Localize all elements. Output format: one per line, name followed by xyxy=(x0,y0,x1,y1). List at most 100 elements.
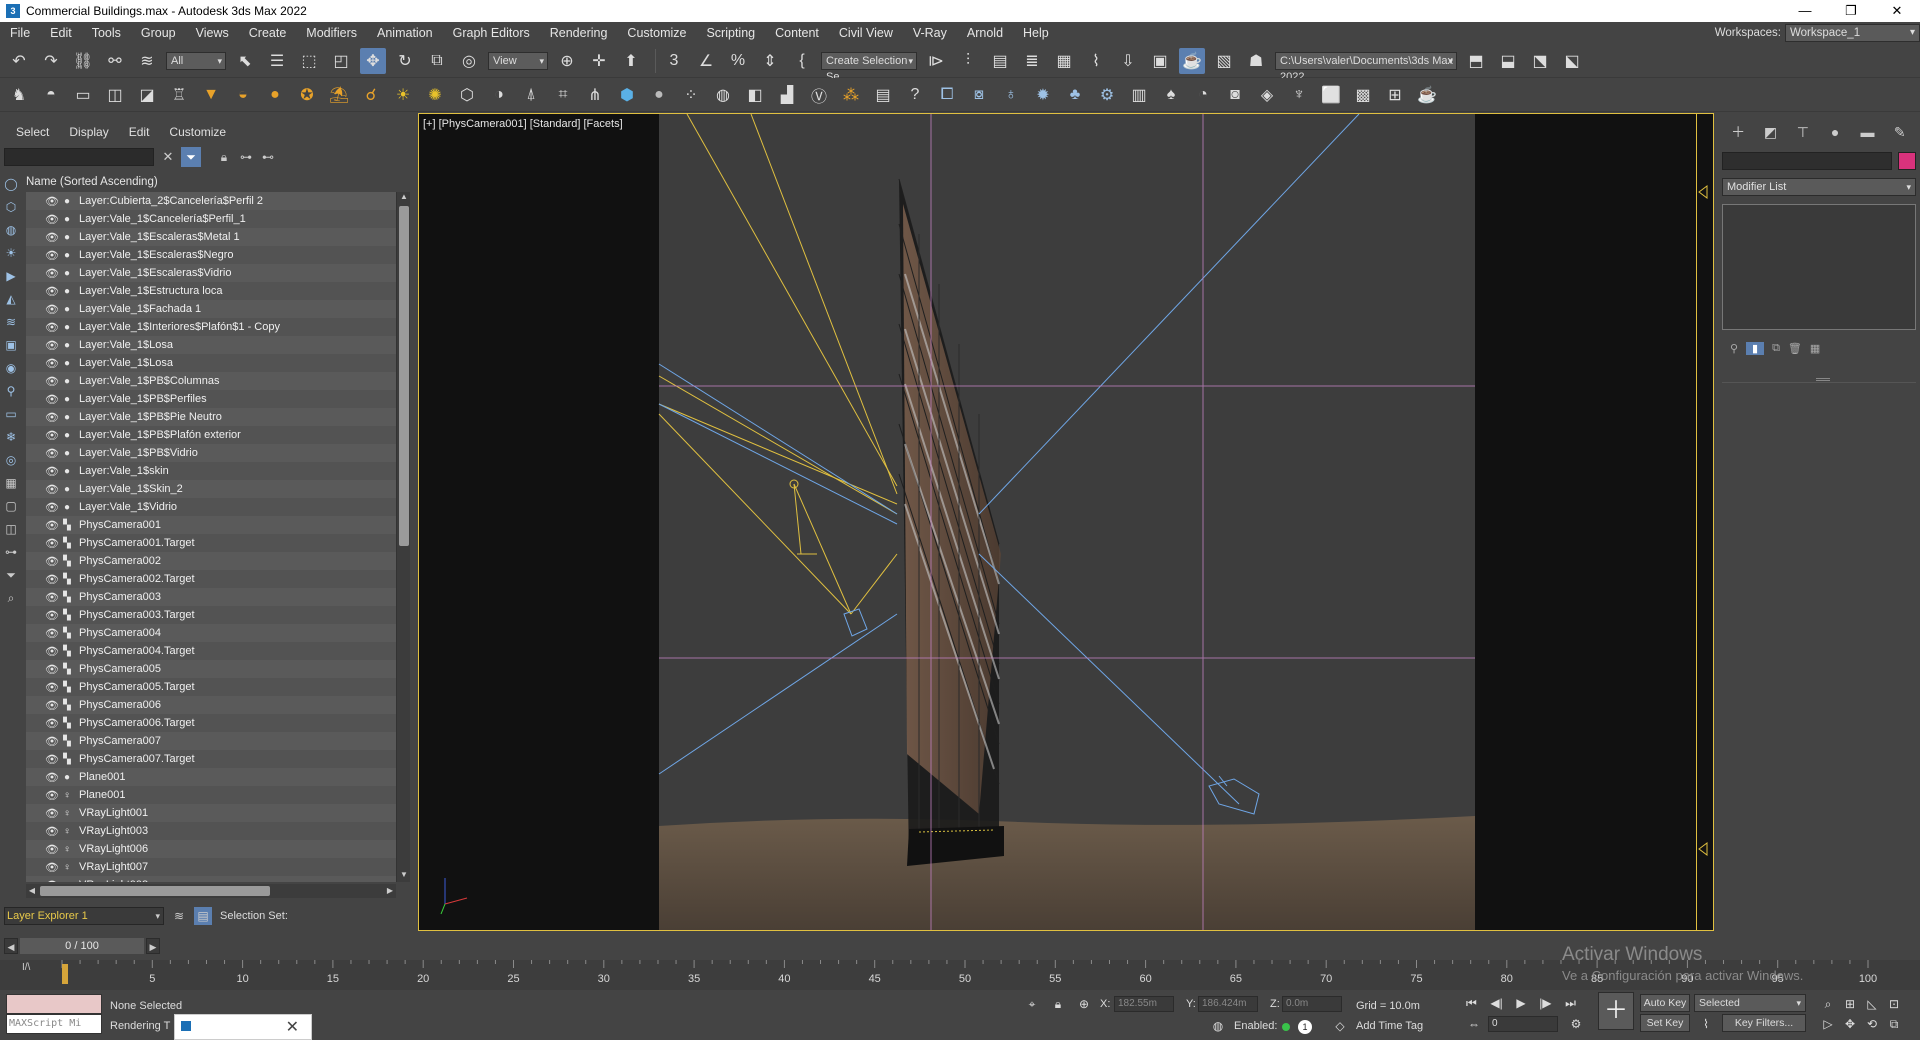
play-icon[interactable]: ▶ xyxy=(1516,996,1525,1014)
explorer-menu-display[interactable]: Display xyxy=(59,125,118,139)
rotate-icon[interactable]: ↻ xyxy=(392,48,418,74)
menu-modifiers[interactable]: Modifiers xyxy=(296,22,367,44)
time-tag-icon[interactable]: ◇ xyxy=(1332,1018,1348,1034)
explorer-menu-edit[interactable]: Edit xyxy=(119,125,160,139)
arnold-render-icon[interactable]: ⧠ xyxy=(934,82,960,108)
default-in-out-tangents-icon[interactable]: ⌇ xyxy=(1698,1016,1714,1032)
modifier-stack[interactable] xyxy=(1722,204,1916,330)
create-project-icon[interactable]: ⬕ xyxy=(1559,48,1585,74)
display-children-icon[interactable]: ⊶ xyxy=(3,544,19,560)
vray-light-sphere-icon[interactable]: ● xyxy=(262,82,288,108)
visibility-eye-icon[interactable]: 👁︎ xyxy=(44,483,60,496)
zoom-extents-icon[interactable]: ⊡ xyxy=(1886,996,1902,1012)
pivot-center-icon[interactable]: ⊕ xyxy=(554,48,580,74)
vray-multi-material-icon[interactable]: ⁘ xyxy=(678,82,704,108)
selection-filter-dropdown[interactable]: All xyxy=(166,51,226,70)
maxscript-listener-output[interactable] xyxy=(6,994,102,1014)
vray-ambient-light-icon[interactable]: ☌ xyxy=(358,82,384,108)
vray-vfb-settings-icon[interactable]: ▤ xyxy=(870,82,896,108)
visibility-eye-icon[interactable]: 👁︎ xyxy=(44,843,60,856)
arnold-ipr-icon[interactable]: ⧇ xyxy=(966,82,992,108)
curve-editor-icon[interactable]: ⌇ xyxy=(1083,48,1109,74)
vray-light-plane-icon[interactable]: ▼ xyxy=(198,82,224,108)
x-coordinate-field[interactable]: 182.55m xyxy=(1114,996,1174,1012)
display-containers-icon[interactable]: ▭ xyxy=(3,406,19,422)
vray-mesh-export-icon[interactable]: ◫ xyxy=(102,82,128,108)
zoom-all-icon[interactable]: ⊞ xyxy=(1842,996,1858,1012)
visibility-eye-icon[interactable]: 👁︎ xyxy=(44,717,60,730)
field-of-view-icon[interactable]: ◺ xyxy=(1864,996,1880,1012)
vray-light-lister-icon[interactable]: ✺ xyxy=(422,82,448,108)
display-shapes-icon[interactable]: ◍ xyxy=(3,222,19,238)
time-slider-track[interactable]: 0 / 100 xyxy=(20,938,144,954)
explorer-row[interactable]: 👁︎ ● Layer:Vale_1$PB$Vidrio xyxy=(26,444,396,462)
display-tab-icon[interactable]: ▬ xyxy=(1855,120,1879,144)
visibility-eye-icon[interactable]: 👁︎ xyxy=(44,627,60,640)
filter-funnel-icon[interactable]: ⏷ xyxy=(3,567,19,583)
vray-logo-icon[interactable]: Ⓥ xyxy=(806,82,832,108)
explorer-row[interactable]: 👁︎ ● Layer:Vale_1$Escaleras$Negro xyxy=(26,246,396,264)
visibility-eye-icon[interactable]: 👁︎ xyxy=(44,681,60,694)
visibility-eye-icon[interactable]: 👁︎ xyxy=(44,213,60,226)
explorer-row[interactable]: 👁︎ ▚ PhysCamera003.Target xyxy=(26,606,396,624)
visibility-eye-icon[interactable]: 👁︎ xyxy=(44,321,60,334)
vray-ies-icon[interactable]: ⛱ xyxy=(326,82,352,108)
explorer-row[interactable]: 👁︎ ● Layer:Vale_1$PB$Perfiles xyxy=(26,390,396,408)
viewport-camera[interactable]: [+] [PhysCamera001] [Standard] [Facets] xyxy=(418,113,1714,931)
auto-key-button[interactable]: Auto Key xyxy=(1640,994,1690,1012)
window-crossing-icon[interactable]: ◰ xyxy=(328,48,354,74)
explorer-row[interactable]: 👁︎ ▚ PhysCamera002.Target xyxy=(26,570,396,588)
vray-scene-icon[interactable]: ♖ xyxy=(166,82,192,108)
viewport-label-menu[interactable]: [+] [PhysCamera001] [Standard] [Facets] xyxy=(423,118,623,130)
close-window-button[interactable]: ✕ xyxy=(1874,0,1920,22)
visibility-eye-icon[interactable]: 👁︎ xyxy=(44,249,60,262)
scroll-thumb-horizontal[interactable] xyxy=(40,886,270,896)
explorer-row[interactable]: 👁︎ ● Layer:Vale_1$skin xyxy=(26,462,396,480)
display-groups-icon[interactable]: ▣ xyxy=(3,337,19,353)
toggle-scene-explorer-icon[interactable]: ▤ xyxy=(987,48,1013,74)
add-time-tag[interactable]: Add Time Tag xyxy=(1356,1020,1423,1032)
spinner-snap-icon[interactable]: ⇕ xyxy=(757,48,783,74)
reference-coordinate-dropdown[interactable]: View xyxy=(488,51,548,70)
explorer-horizontal-scrollbar[interactable]: ◀ ▶ xyxy=(26,884,396,898)
redo-icon[interactable]: ↷ xyxy=(38,48,64,74)
create-tab-icon[interactable]: ＋ xyxy=(1726,120,1750,144)
render-production-icon[interactable]: ☗ xyxy=(1243,48,1269,74)
isolate-selection-icon[interactable]: ⌖ xyxy=(1024,996,1040,1012)
utilities-tab-icon[interactable]: ✎ xyxy=(1888,120,1912,144)
explorer-row[interactable]: 👁︎ ● Layer:Vale_1$Interiores$Plafón$1 - Co… xyxy=(26,318,396,336)
minimize-button[interactable]: — xyxy=(1782,0,1828,22)
arnold-log-icon[interactable]: ⬜ xyxy=(1318,82,1344,108)
vray-proxy-icon[interactable]: ▭ xyxy=(70,82,96,108)
explorer-row[interactable]: 👁︎ ▚ PhysCamera004.Target xyxy=(26,642,396,660)
vray-light-mesh-icon[interactable]: ✪ xyxy=(294,82,320,108)
explorer-row[interactable]: 👁︎ ● Layer:Vale_1$Fachada 1 xyxy=(26,300,396,318)
explorer-row[interactable]: 👁︎ ● Layer:Vale_1$PB$Columnas xyxy=(26,372,396,390)
set-keys-icon[interactable]: ＋ xyxy=(1598,992,1634,1030)
explorer-search-input[interactable] xyxy=(4,148,154,166)
arnold-lists-icon[interactable]: ▥ xyxy=(1126,82,1152,108)
next-key-icon[interactable]: |▶ xyxy=(1539,996,1551,1014)
move-icon[interactable]: ✥ xyxy=(360,47,386,74)
layer-hierarchy-icon[interactable]: ⊷ xyxy=(260,148,276,166)
vray-help-icon[interactable]: ? xyxy=(902,82,928,108)
go-to-start-icon[interactable]: ⏮ xyxy=(1466,996,1477,1014)
explorer-row[interactable]: 👁︎ ● Layer:Vale_1$Losa xyxy=(26,336,396,354)
visibility-eye-icon[interactable]: 👁︎ xyxy=(44,465,60,478)
keyboard-shortcut-override-icon[interactable]: ⬆ xyxy=(618,48,644,74)
vray-object-icon[interactable]: ♞ xyxy=(6,82,32,108)
menu-views[interactable]: Views xyxy=(186,22,239,44)
hierarchy-icon[interactable]: ⊶ xyxy=(238,148,254,166)
explorer-row[interactable]: 👁︎ ▚ PhysCamera002 xyxy=(26,552,396,570)
unlink-icon[interactable]: ⚯ xyxy=(102,48,128,74)
hierarchy-tab-icon[interactable]: ⊤ xyxy=(1791,120,1815,144)
render-setup-icon[interactable]: ☕ xyxy=(1179,47,1205,74)
vray-chaos-cosmos-icon[interactable]: ⁂ xyxy=(838,82,864,108)
explorer-row[interactable]: 👁︎ ♀ Plane001 xyxy=(26,786,396,804)
scroll-left-icon[interactable]: ◀ xyxy=(26,884,38,898)
adaptive-degradation-icon[interactable]: ◍ xyxy=(1210,1018,1226,1034)
bind-space-warp-icon[interactable]: ≋ xyxy=(134,48,160,74)
explorer-row[interactable]: 👁︎ ● Layer:Vale_1$Estructura loca xyxy=(26,282,396,300)
sort-by-layer-icon[interactable]: ▤ xyxy=(194,907,212,925)
key-mode-toggle-icon[interactable]: ⇔ xyxy=(1466,1016,1482,1032)
